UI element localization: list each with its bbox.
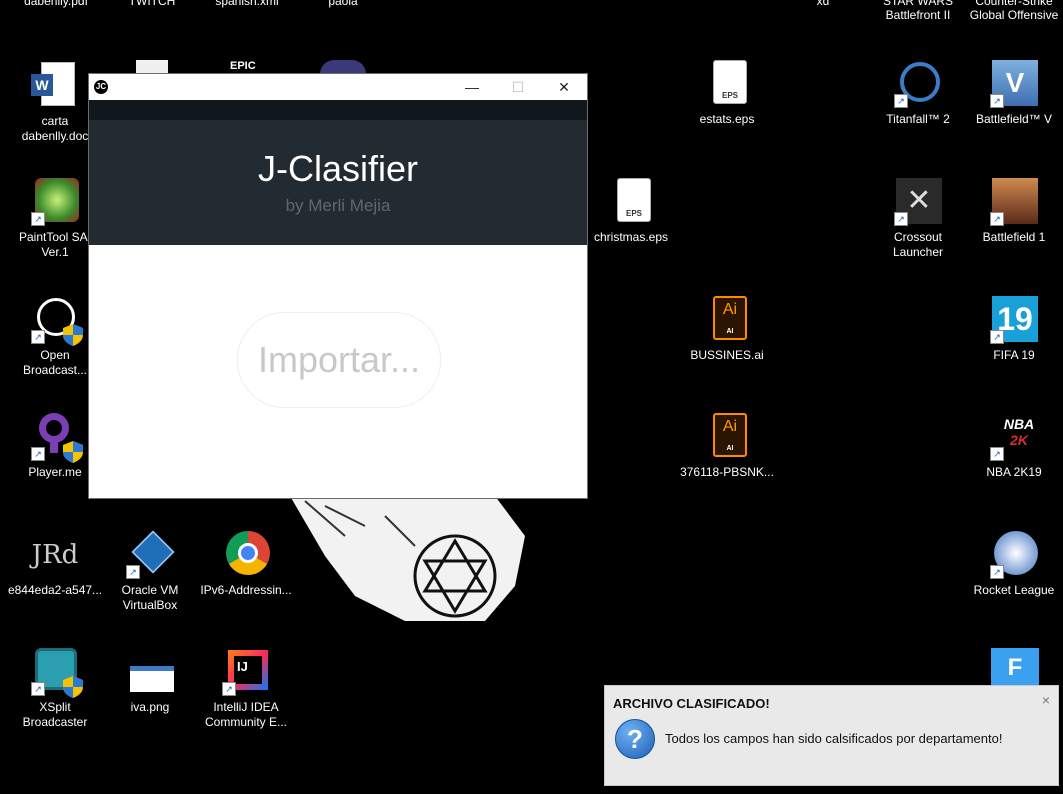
import-button[interactable]: Importar... <box>237 312 441 408</box>
desktop-icon-fortnite[interactable]: F <box>991 648 1039 688</box>
xsplit-icon: ↗ <box>31 648 83 698</box>
signature-image-icon: JRd <box>31 540 79 570</box>
partial-round-icon <box>320 60 366 74</box>
image-file-icon <box>126 648 174 696</box>
question-icon: ? <box>615 719 655 759</box>
desktop-icon-estats-eps[interactable]: EPS estats.eps <box>679 60 775 127</box>
playerme-icon: ↗ <box>31 413 83 463</box>
desktop-label-xd[interactable]: xd <box>775 0 871 8</box>
desktop-icon-ipv6-addressing[interactable]: IPv6-Addressin... <box>198 531 294 598</box>
illustrator-file-icon: Ai AI <box>703 296 751 344</box>
desktop-icon-xsplit[interactable]: ↗ XSplit Broadcaster <box>7 648 103 730</box>
shortcut-arrow-icon: ↗ <box>126 565 140 579</box>
shortcut-arrow-icon: ↗ <box>31 212 45 226</box>
shortcut-arrow-icon: ↗ <box>894 212 908 226</box>
desktop-icon-iva-png[interactable]: iva.png <box>102 648 198 715</box>
header-top-strip <box>89 100 587 120</box>
desktop-label-dabenlly-pdf[interactable]: dabenlly.pdf <box>8 0 104 8</box>
notification-dialog: ARCHIVO CLASIFICADO! × ? Todos los campo… <box>604 685 1059 786</box>
desktop-icon-fifa-19[interactable]: 19 ↗ FIFA 19 <box>966 296 1062 363</box>
fifa-icon: 19 ↗ <box>990 296 1038 344</box>
shortcut-arrow-icon: ↗ <box>990 330 1004 344</box>
icon-label: IntelliJ IDEA Community E... <box>204 700 288 729</box>
icon-label: Titanfall™ 2 <box>886 112 950 126</box>
titanfall-icon: ↗ <box>894 60 942 108</box>
desktop-icon-christmas-eps[interactable]: EPS christmas.eps <box>583 178 679 245</box>
minimize-button[interactable]: — <box>449 74 495 100</box>
desktop-label-paola[interactable]: paola <box>295 0 391 8</box>
intellij-icon: IJ ↗ <box>222 648 270 696</box>
notification-close-button[interactable]: × <box>1042 692 1050 708</box>
desktop-label-spanish-xml[interactable]: spanish.xml <box>199 0 295 8</box>
j-clasifier-window: JC — ☐ ✕ J-Clasifier by Merli Mejia Impo… <box>88 73 588 499</box>
icon-label: XSplit Broadcaster <box>22 700 88 729</box>
battlefield-1-icon: ↗ <box>990 178 1038 226</box>
desktop-label-star-wars[interactable]: STAR WARS Battlefront II <box>870 0 966 22</box>
app-header: J-Clasifier by Merli Mejia <box>89 120 587 245</box>
desktop-icon-e844eda2[interactable]: JRd e844eda2-a547... <box>7 531 103 598</box>
virtualbox-icon: ↗ <box>126 530 175 579</box>
uac-shield-icon <box>63 441 83 463</box>
app-logo-icon: JC <box>94 80 108 94</box>
shortcut-arrow-icon: ↗ <box>31 682 45 696</box>
desktop-icon-crossout[interactable]: ✕ ↗ Crossout Launcher <box>870 178 966 260</box>
desktop-label-csgo[interactable]: Counter-Strike Global Offensive <box>966 0 1062 22</box>
icon-label: Battlefield 1 <box>982 230 1046 244</box>
icon-label: christmas.eps <box>593 230 669 244</box>
window-titlebar[interactable]: JC — ☐ ✕ <box>89 74 587 100</box>
icon-label: e844eda2-a547... <box>7 583 103 597</box>
desktop-icon-virtualbox[interactable]: ↗ Oracle VM VirtualBox <box>102 530 198 613</box>
partial-file-icon <box>136 60 168 74</box>
notification-message: Todos los campos han sido calsificados p… <box>665 731 1003 746</box>
shortcut-arrow-icon: ↗ <box>894 94 908 108</box>
desktop-icon-battlefield-1[interactable]: ↗ Battlefield 1 <box>966 178 1062 245</box>
desktop-icon-intellij[interactable]: IJ ↗ IntelliJ IDEA Community E... <box>198 648 294 730</box>
shortcut-arrow-icon: ↗ <box>31 330 45 344</box>
illustrator-file-icon: Ai AI <box>703 413 751 461</box>
icon-label: BUSSINES.ai <box>690 348 764 362</box>
maximize-button[interactable]: ☐ <box>495 74 541 100</box>
notification-title: ARCHIVO CLASIFICADO! <box>613 696 770 711</box>
shortcut-arrow-icon: ↗ <box>990 94 1004 108</box>
close-button[interactable]: ✕ <box>541 74 587 100</box>
desktop-icon-bussines-ai[interactable]: Ai AI BUSSINES.ai <box>679 296 775 363</box>
icon-label: iva.png <box>130 700 170 714</box>
battlefield-v-icon: V ↗ <box>990 60 1038 108</box>
uac-shield-icon <box>63 676 83 698</box>
uac-shield-icon <box>63 324 83 346</box>
icon-label: Oracle VM VirtualBox <box>121 583 179 612</box>
desktop-icon-rocket-league[interactable]: ↗ Rocket League <box>966 531 1062 598</box>
eps-file-icon: EPS <box>703 60 751 108</box>
obs-icon: ↗ <box>31 296 83 346</box>
shortcut-arrow-icon: ↗ <box>31 447 45 461</box>
desktop-label-twitch[interactable]: TWITCH <box>104 0 200 8</box>
app-title: J-Clasifier <box>257 148 418 189</box>
wallpaper-transmutation-art <box>290 496 525 621</box>
crossout-icon: ✕ ↗ <box>894 178 942 226</box>
epic-games-icon: EPIC <box>230 60 256 72</box>
app-subtitle: by Merli Mejia <box>285 196 391 215</box>
eps-file-icon: EPS <box>607 178 655 226</box>
desktop-icon-nba-2k19[interactable]: NBA 2K ↗ NBA 2K19 <box>966 413 1062 480</box>
rocket-league-icon: ↗ <box>990 531 1038 579</box>
desktop-icon-376118-pbsnk[interactable]: Ai AI 376118-PBSNK... <box>679 413 775 480</box>
icon-label: 376118-PBSNK... <box>680 465 774 479</box>
icon-label: NBA 2K19 <box>986 465 1042 479</box>
icon-label: Rocket League <box>973 583 1055 597</box>
shortcut-arrow-icon: ↗ <box>990 212 1004 226</box>
chrome-icon <box>222 531 270 579</box>
icon-label: Battlefield™ V <box>975 112 1053 126</box>
desktop-icon-battlefield-v[interactable]: V ↗ Battlefield™ V <box>966 60 1062 127</box>
word-document-icon: W <box>31 62 79 110</box>
painttool-sai-icon: ↗ <box>31 178 79 226</box>
icon-label: IPv6-Addressin... <box>200 583 292 597</box>
shortcut-arrow-icon: ↗ <box>990 565 1004 579</box>
shortcut-arrow-icon: ↗ <box>990 447 1004 461</box>
icon-label: estats.eps <box>699 112 755 126</box>
desktop-icon-titanfall-2[interactable]: ↗ Titanfall™ 2 <box>870 60 966 127</box>
icon-label: FIFA 19 <box>993 348 1035 362</box>
nba-2k-icon: NBA 2K ↗ <box>990 413 1038 461</box>
icon-label: Crossout Launcher <box>892 230 944 259</box>
shortcut-arrow-icon: ↗ <box>222 682 236 696</box>
